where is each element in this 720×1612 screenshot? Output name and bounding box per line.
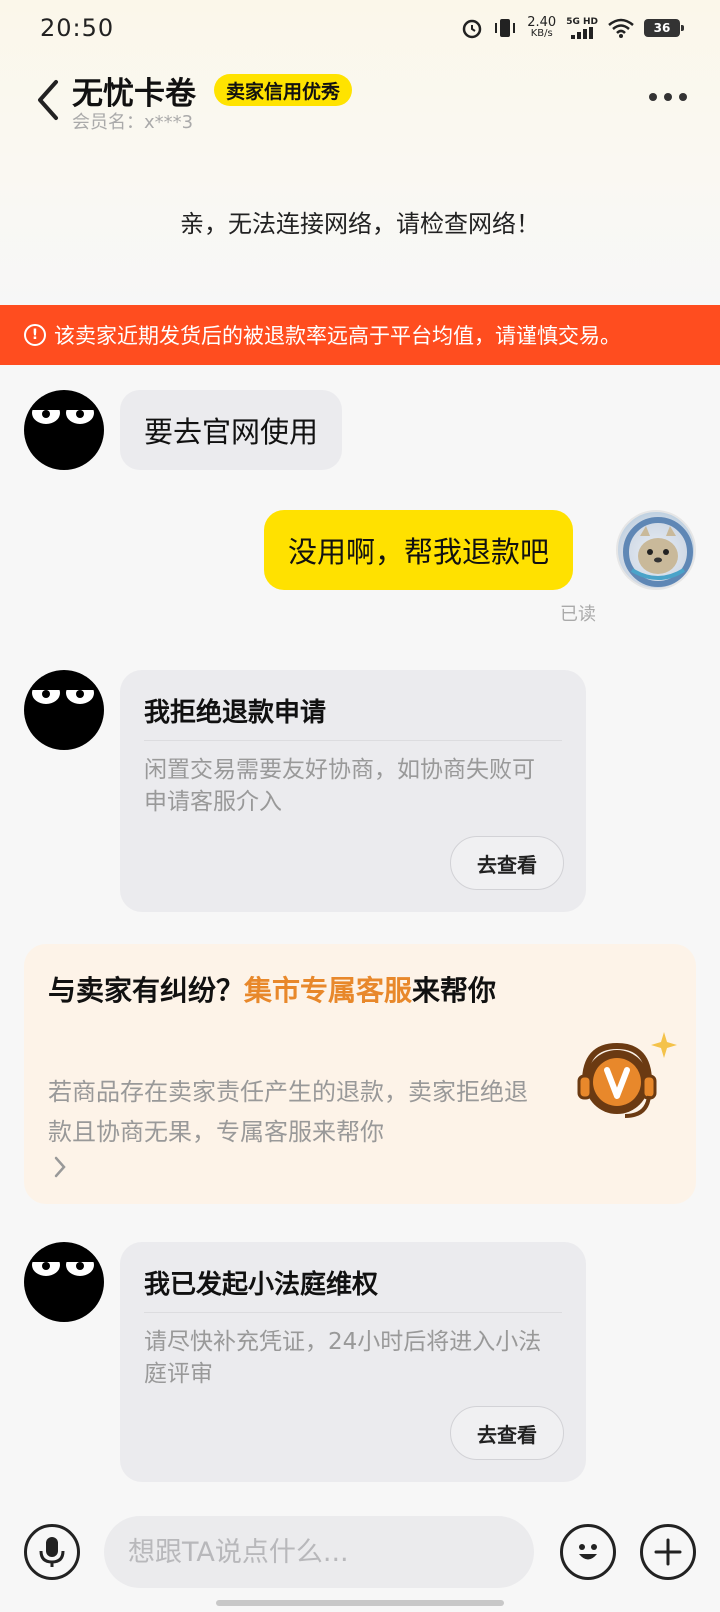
read-status: 已读 [560, 604, 596, 625]
page-title[interactable]: 无忧卡卷 [72, 68, 196, 113]
avatar-pupil [76, 410, 84, 418]
user-avatar[interactable] [616, 510, 696, 590]
cs-title-highlight: 集市专属客服 [244, 974, 413, 1007]
avatar-lid [32, 676, 62, 690]
status-time: 20:50 [40, 14, 115, 42]
warning-icon: ! [24, 324, 46, 346]
more-dot-icon [649, 93, 657, 101]
message-text: 没用啊，帮我退款吧 [288, 535, 550, 569]
headset-vip-icon [577, 1032, 677, 1118]
risk-warning-banner: ! 该卖家近期发货后的被退款率远高于平台均值，请谨慎交易。 [0, 305, 720, 365]
warning-text: 该卖家近期发货后的被退款率远高于平台均值，请谨慎交易。 [54, 324, 621, 348]
member-name: 会员名：x***3 [72, 112, 194, 133]
avatar-pupil [76, 1262, 84, 1270]
vibrate-icon [495, 19, 516, 37]
back-button[interactable] [30, 78, 66, 122]
status-icons: 2.40 KB/s 5G HD 36 [461, 15, 684, 39]
network-speed: 2.40 KB/s [527, 15, 557, 39]
chat-header: 无忧卡卷 卖家信用优秀 会员名：x***3 [0, 62, 720, 142]
avatar-lid [32, 1248, 62, 1262]
home-indicator [216, 1600, 504, 1606]
avatar-lid [66, 676, 96, 690]
small-court-card[interactable]: 我已发起小法庭维权 请尽快补充凭证，24小时后将进入小法庭评审 去查看 [120, 1242, 586, 1482]
input-bar [0, 1500, 720, 1612]
avatar-pupil [76, 690, 84, 698]
more-dot-icon [679, 93, 687, 101]
voice-button[interactable] [24, 1524, 80, 1580]
plus-icon [654, 1538, 682, 1566]
view-button[interactable]: 去查看 [450, 836, 564, 890]
battery-icon: 36 [644, 19, 684, 37]
emoji-button[interactable] [560, 1524, 616, 1580]
chevron-right-icon[interactable] [50, 1154, 70, 1180]
add-button[interactable] [640, 1524, 696, 1580]
wifi-icon [608, 18, 634, 38]
card-divider [144, 740, 562, 741]
view-button[interactable]: 去查看 [450, 1406, 564, 1460]
avatar-lid [32, 396, 62, 410]
card-divider [144, 1312, 562, 1313]
avatar-lid [66, 396, 96, 410]
cs-title: 与卖家有纠纷？集市专属客服来帮你 [48, 974, 497, 1007]
message-input[interactable] [104, 1516, 534, 1588]
seller-avatar[interactable] [24, 390, 104, 470]
avatar-pupil [42, 690, 50, 698]
network-error-text: 亲，无法连接网络，请检查网络！ [180, 210, 540, 238]
card-title: 我拒绝退款申请 [144, 698, 327, 728]
signal-icon [571, 27, 594, 39]
chevron-left-icon [38, 80, 58, 120]
seal-avatar-icon [623, 517, 693, 587]
alarm-icon [463, 19, 482, 39]
microphone-icon [39, 1537, 65, 1567]
message-text: 要去官网使用 [144, 415, 319, 449]
avatar-pupil [42, 1262, 50, 1270]
more-button[interactable] [644, 82, 692, 112]
more-dot-icon [664, 93, 672, 101]
refund-rejected-card[interactable]: 我拒绝退款申请 闲置交易需要友好协商，如协商失败可申请客服介入 去查看 [120, 670, 586, 912]
message-bubble-user[interactable]: 没用啊，帮我退款吧 [264, 510, 574, 590]
message-bubble-seller[interactable]: 要去官网使用 [120, 390, 343, 470]
avatar-lid [66, 1248, 96, 1262]
status-bar: 20:50 2.40 KB/s 5G HD 36 [0, 0, 720, 56]
emoji-icon [579, 1544, 597, 1560]
seller-avatar[interactable] [24, 1242, 104, 1322]
avatar-pupil [42, 410, 50, 418]
card-description: 闲置交易需要友好协商，如协商失败可申请客服介入 [144, 757, 535, 815]
signal-group: 5G HD [566, 17, 598, 39]
card-description: 请尽快补充凭证，24小时后将进入小法庭评审 [144, 1329, 542, 1387]
customer-service-card[interactable]: 与卖家有纠纷？集市专属客服来帮你 若商品存在卖家责任产生的退款，卖家拒绝退款且协… [24, 944, 696, 1204]
credit-badge: 卖家信用优秀 [214, 74, 353, 106]
card-title: 我已发起小法庭维权 [144, 1270, 379, 1300]
cs-description: 若商品存在卖家责任产生的退款，卖家拒绝退款且协商无果，专属客服来帮你 [48, 1078, 528, 1146]
seller-avatar[interactable] [24, 670, 104, 750]
network-label: 5G HD [566, 17, 598, 27]
